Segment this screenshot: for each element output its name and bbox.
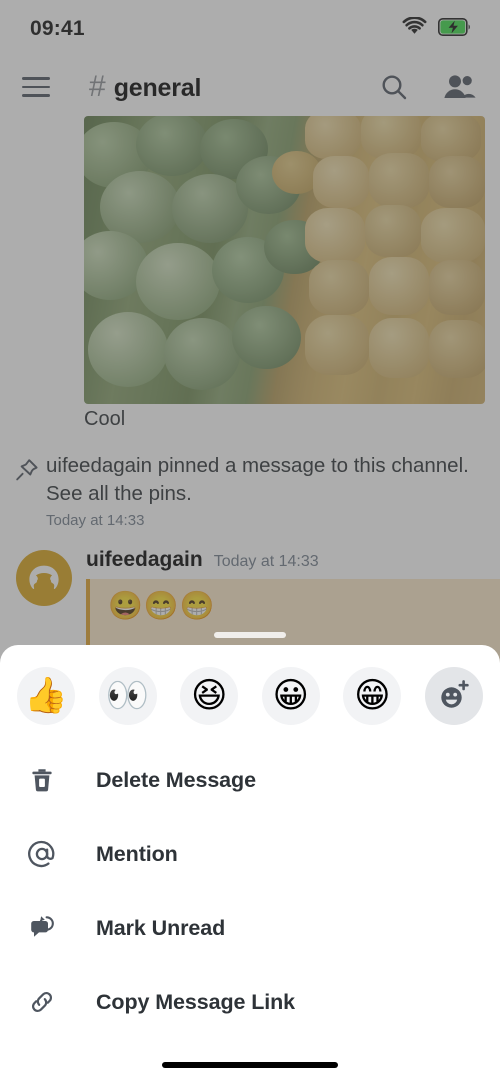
message-actions-sheet: 👍 👀 😆 😀 😁 Delete Message Mention Mark Un… xyxy=(0,645,500,1080)
reaction-laughing[interactable]: 😆 xyxy=(180,667,239,725)
action-menu-list: Delete Message Mention Mark Unread Copy … xyxy=(0,743,500,1039)
reaction-beaming[interactable]: 😁 xyxy=(343,667,402,725)
mark-unread-icon xyxy=(22,914,62,942)
trash-icon xyxy=(22,766,62,794)
add-reaction-icon[interactable] xyxy=(424,667,483,725)
menu-item-delete-message[interactable]: Delete Message xyxy=(0,743,500,817)
menu-item-label: Mark Unread xyxy=(96,915,226,940)
quick-reaction-row: 👍 👀 😆 😀 😁 xyxy=(0,645,500,725)
menu-item-label: Copy Message Link xyxy=(96,989,296,1014)
menu-item-copy-message-link[interactable]: Copy Message Link xyxy=(0,965,500,1039)
menu-item-mention[interactable]: Mention xyxy=(0,817,500,891)
menu-item-label: Delete Message xyxy=(96,767,256,792)
reaction-grinning[interactable]: 😀 xyxy=(261,667,320,725)
link-icon xyxy=(22,988,62,1016)
reaction-thumbs-up[interactable]: 👍 xyxy=(17,667,75,725)
menu-item-label: Mention xyxy=(96,841,178,866)
sheet-drag-handle[interactable] xyxy=(214,632,286,638)
home-indicator[interactable] xyxy=(162,1062,338,1068)
menu-item-mark-unread[interactable]: Mark Unread xyxy=(0,891,500,965)
mention-at-icon xyxy=(22,840,62,868)
reaction-eyes[interactable]: 👀 xyxy=(98,667,157,725)
phone-screen: 09:41 # general Cool uifeedagain pinned … xyxy=(0,0,500,1080)
